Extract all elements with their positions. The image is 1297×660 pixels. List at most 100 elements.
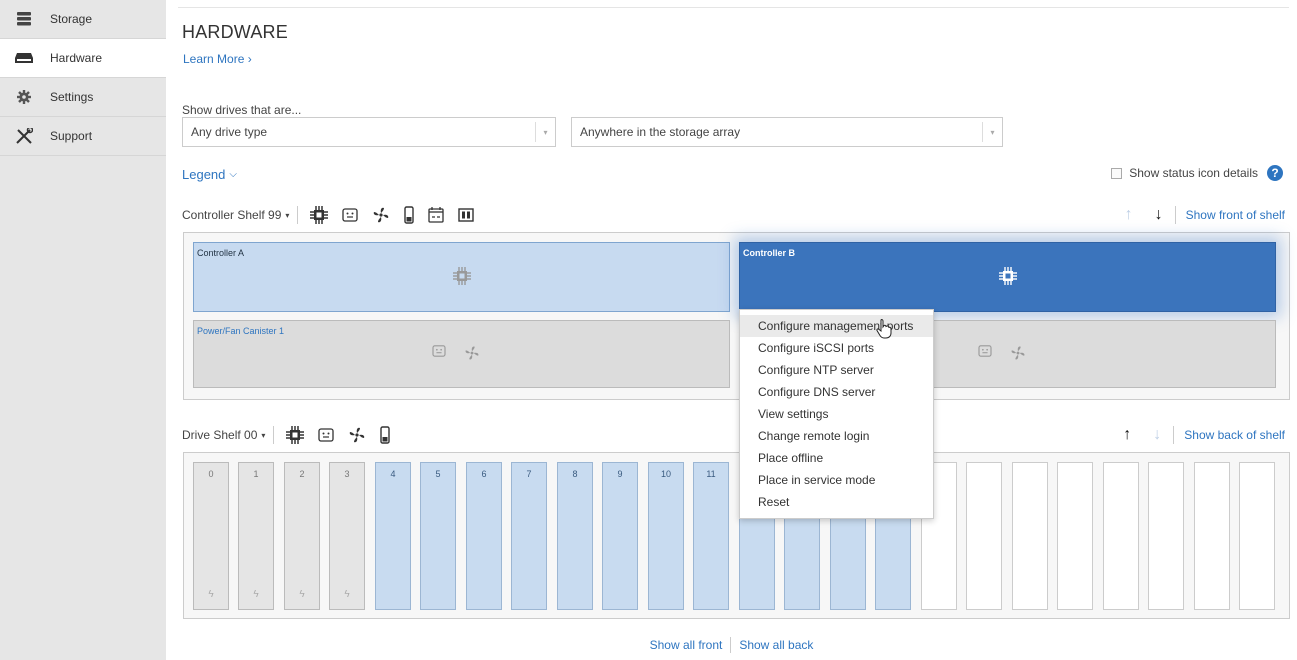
drive-slot[interactable]	[1148, 462, 1184, 610]
status-details-checkbox[interactable]	[1111, 167, 1123, 179]
menu-item-view-settings[interactable]: View settings	[740, 403, 933, 425]
page-title: HARDWARE	[182, 22, 288, 42]
controller-shelf-select[interactable]: Controller Shelf 99 ▾	[182, 206, 299, 224]
hand-cursor-icon	[876, 319, 892, 342]
controller-b-label: Controller B	[743, 248, 796, 258]
drive-slot[interactable]: 9	[602, 462, 638, 610]
controller-shelf-name: Controller Shelf 99	[182, 208, 282, 222]
drive-number: 9	[617, 469, 623, 479]
drive-shelf-select[interactable]: Drive Shelf 00 ▾	[182, 426, 275, 444]
show-front-of-shelf-link[interactable]: Show front of shelf	[1186, 208, 1285, 222]
drive-slot[interactable]: 10	[648, 462, 684, 610]
canister-icons	[978, 345, 1026, 361]
storage-icon	[14, 11, 34, 27]
legend-label: Legend	[182, 167, 226, 182]
power-supply-icon[interactable]	[318, 428, 335, 442]
legend-toggle[interactable]: Legend ⌵	[182, 167, 237, 182]
drive-slot[interactable]: 11	[693, 462, 729, 610]
drive-slot[interactable]	[1057, 462, 1093, 610]
power-supply-icon[interactable]	[342, 208, 359, 222]
drive-slot[interactable]: 1ϟ	[238, 462, 274, 610]
hardware-icon	[14, 50, 34, 66]
drive-number: 6	[481, 469, 487, 479]
controller-b[interactable]: Controller B	[739, 242, 1276, 312]
sidebar-item-storage[interactable]: Storage	[0, 0, 166, 39]
power-fan-canister-1[interactable]: Power/Fan Canister 1	[193, 320, 730, 388]
help-icon[interactable]: ?	[1267, 165, 1283, 181]
arrow-down-icon[interactable]: ↓	[1149, 426, 1165, 444]
menu-item-change-remote-login[interactable]: Change remote login	[740, 425, 933, 447]
drive-type-select[interactable]: Any drive type ▾	[182, 117, 556, 147]
sidebar-item-label: Storage	[50, 12, 93, 26]
menu-item-place-in-service-mode[interactable]: Place in service mode	[740, 469, 933, 491]
drive-number: 3	[344, 469, 350, 479]
menu-item-configure-management-ports[interactable]: Configure management ports	[740, 315, 933, 337]
host-interface-card-icon[interactable]	[428, 207, 445, 223]
bottom-links: Show all front Show all back	[166, 637, 1297, 653]
gear-icon	[14, 89, 34, 105]
menu-item-configure-iscsi-ports[interactable]: Configure iSCSI ports	[740, 337, 933, 359]
status-icon-details: Show status icon details ?	[1111, 165, 1283, 181]
bolt-icon: ϟ	[253, 589, 259, 600]
menu-item-place-offline[interactable]: Place offline	[740, 447, 933, 469]
controller-shelf-toolbar: Controller Shelf 99 ▾	[182, 206, 488, 224]
arrow-up-icon[interactable]: ↑	[1121, 206, 1137, 224]
canister-icons	[432, 345, 480, 361]
drive-shelf: 0ϟ 1ϟ 2ϟ 3ϟ 4 5 6 7 8 9 10 11	[183, 452, 1290, 619]
menu-item-configure-dns-server[interactable]: Configure DNS server	[740, 381, 933, 403]
drive-number: 11	[706, 469, 716, 479]
divider	[178, 7, 1289, 8]
divider	[1174, 206, 1176, 224]
menu-item-configure-ntp-server[interactable]: Configure NTP server	[740, 359, 933, 381]
drive-slot[interactable]	[1194, 462, 1230, 610]
drive-slot[interactable]	[1239, 462, 1275, 610]
fan-icon[interactable]	[372, 206, 390, 224]
sidebar: Storage Hardware Settings Support	[0, 0, 166, 660]
arrow-down-icon[interactable]: ↓	[1151, 206, 1167, 224]
drive-slot[interactable]: 8	[557, 462, 593, 610]
fan-icon	[465, 346, 479, 360]
sidebar-item-hardware[interactable]: Hardware	[0, 39, 166, 78]
drive-slot[interactable]	[966, 462, 1002, 610]
drive-slot[interactable]: 4	[375, 462, 411, 610]
show-back-of-shelf-link[interactable]: Show back of shelf	[1184, 428, 1285, 442]
caret-down-icon: ▾	[285, 210, 290, 220]
bolt-icon: ϟ	[344, 589, 350, 600]
drive-slot[interactable]: 5	[420, 462, 456, 610]
drive-shelf-view-controls: ↑ ↓ Show back of shelf	[1105, 426, 1285, 444]
sidebar-item-label: Support	[50, 129, 93, 143]
controller-icon[interactable]	[286, 426, 305, 444]
drive-slot[interactable]	[1012, 462, 1048, 610]
chevron-down-icon: ▾	[982, 122, 1002, 142]
drive-number: 5	[435, 469, 441, 479]
sidebar-item-settings[interactable]: Settings	[0, 78, 166, 117]
location-select[interactable]: Anywhere in the storage array ▾	[571, 117, 1003, 147]
canister-icon[interactable]	[458, 208, 475, 222]
chevron-down-icon: ⌵	[229, 169, 237, 180]
battery-icon[interactable]	[380, 426, 391, 444]
drive-number: 0	[208, 469, 214, 479]
canister-label: Power/Fan Canister 1	[197, 326, 285, 336]
controller-a[interactable]: Controller A	[193, 242, 730, 312]
drive-slot[interactable]: 2ϟ	[284, 462, 320, 610]
menu-item-reset[interactable]: Reset	[740, 491, 933, 513]
controller-shelf-view-controls: ↑ ↓ Show front of shelf	[1107, 206, 1285, 224]
fan-icon[interactable]	[348, 426, 366, 444]
controller-a-label: Controller A	[197, 248, 245, 258]
controller-icon[interactable]	[310, 206, 329, 224]
arrow-up-icon[interactable]: ↑	[1119, 426, 1135, 444]
drive-slot[interactable]: 3ϟ	[329, 462, 365, 610]
tools-icon	[14, 128, 34, 144]
drive-type-value: Any drive type	[191, 125, 268, 139]
drive-slot[interactable]: 6	[466, 462, 502, 610]
sidebar-item-support[interactable]: Support	[0, 117, 166, 156]
show-all-front-link[interactable]: Show all front	[650, 638, 723, 652]
drive-slot[interactable]	[1103, 462, 1139, 610]
drive-slot[interactable]: 7	[511, 462, 547, 610]
fan-icon	[1011, 346, 1025, 360]
drive-slot[interactable]: 0ϟ	[193, 462, 229, 610]
battery-icon[interactable]	[404, 206, 415, 224]
show-all-back-link[interactable]: Show all back	[739, 638, 813, 652]
drive-shelf-name: Drive Shelf 00	[182, 428, 258, 442]
learn-more-link[interactable]: Learn More ›	[183, 52, 252, 66]
